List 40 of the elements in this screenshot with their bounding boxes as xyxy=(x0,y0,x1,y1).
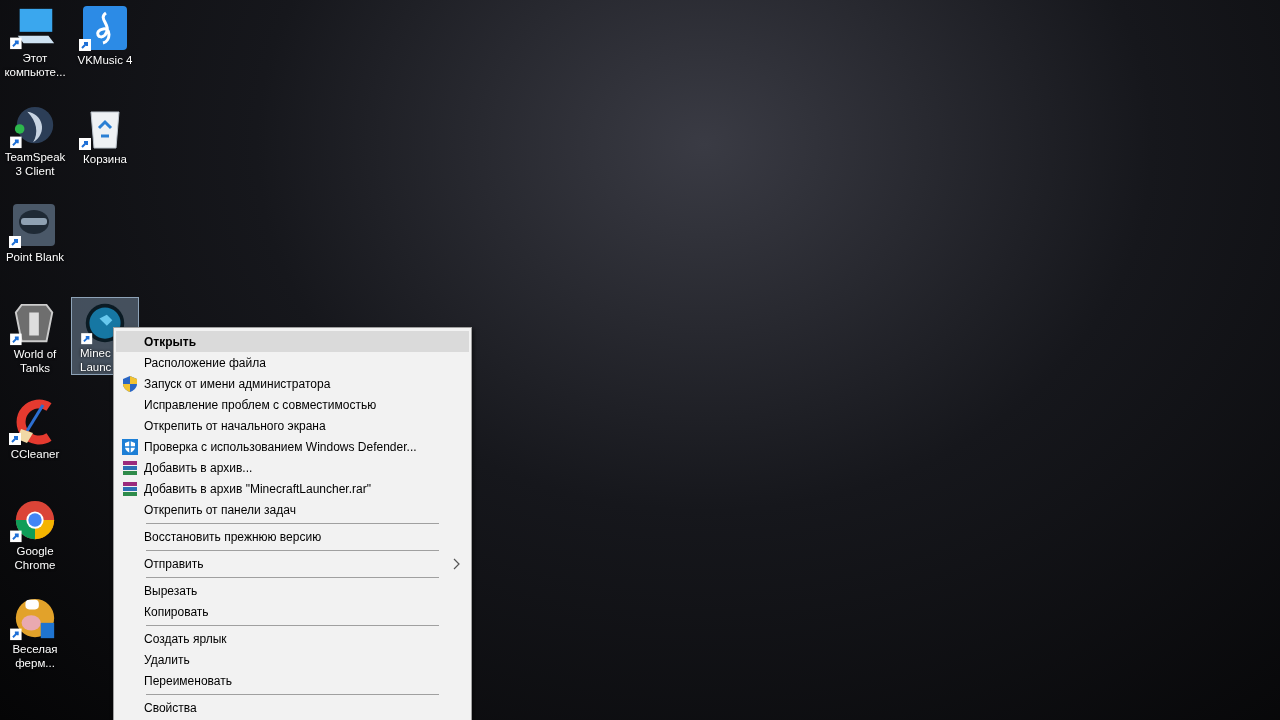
menu-item[interactable]: Проверка с использованием Windows Defender... xyxy=(116,436,469,457)
menu-item[interactable]: Копировать xyxy=(116,601,469,622)
desktop-icon[interactable]: Веселая ферм... xyxy=(1,592,69,670)
icon-label: TeamSpeak 3 Client xyxy=(3,149,67,178)
menu-item[interactable]: Свойства xyxy=(116,697,469,718)
icon-label: World of Tanks xyxy=(12,346,58,375)
menu-item[interactable]: Создать ярлык xyxy=(116,628,469,649)
menu-item[interactable]: Открепить от панели задач xyxy=(116,499,469,520)
desktop-icon[interactable]: Point Blank xyxy=(1,198,69,276)
desktop-icon[interactable]: Этот компьюте... xyxy=(1,1,69,79)
menu-item[interactable]: Удалить xyxy=(116,649,469,670)
icon-label: Google Chrome xyxy=(13,543,57,572)
books-icon xyxy=(122,459,138,476)
menu-item[interactable]: Запуск от имени администратора xyxy=(116,373,469,394)
icon-label: VKMusic 4 xyxy=(77,53,133,67)
books-icon xyxy=(122,480,138,497)
icon-label: Minec Launc xyxy=(79,345,113,374)
defender-shield-icon xyxy=(122,438,138,455)
menu-item[interactable]: Восстановить прежнюю версию xyxy=(116,526,469,547)
menu-item[interactable]: Открепить от начального экрана xyxy=(116,415,469,436)
shield-icon xyxy=(123,375,137,392)
menu-item[interactable]: Добавить в архив... xyxy=(116,457,469,478)
icon-label: Point Blank xyxy=(5,250,65,264)
desktop-icon[interactable]: VKMusic 4 xyxy=(71,1,139,79)
menu-item[interactable]: Добавить в архив "MinecraftLauncher.rar" xyxy=(116,478,469,499)
desktop-icon[interactable]: Google Chrome xyxy=(1,493,69,572)
icon-label: Корзина xyxy=(83,151,127,166)
menu-item[interactable]: Переименовать xyxy=(116,670,469,691)
icon-label: CCleaner xyxy=(10,447,60,461)
menu-item[interactable]: Открыть xyxy=(116,331,469,352)
desktop-icon[interactable]: World of Tanks xyxy=(1,296,69,375)
chevron-right-icon xyxy=(453,557,461,570)
icon-label: Веселая ферм... xyxy=(11,642,59,670)
desktop-icon[interactable]: TeamSpeak 3 Client xyxy=(1,99,69,178)
menu-item[interactable]: Отправить xyxy=(116,553,469,574)
menu-item[interactable]: Исправление проблем с совместимостью xyxy=(116,394,469,415)
icon-label: Этот компьюте... xyxy=(3,51,67,79)
desktop-icon[interactable]: CCleaner xyxy=(1,395,69,473)
desktop-icon[interactable]: Корзина xyxy=(71,99,139,178)
menu-item[interactable]: Вырезать xyxy=(116,580,469,601)
